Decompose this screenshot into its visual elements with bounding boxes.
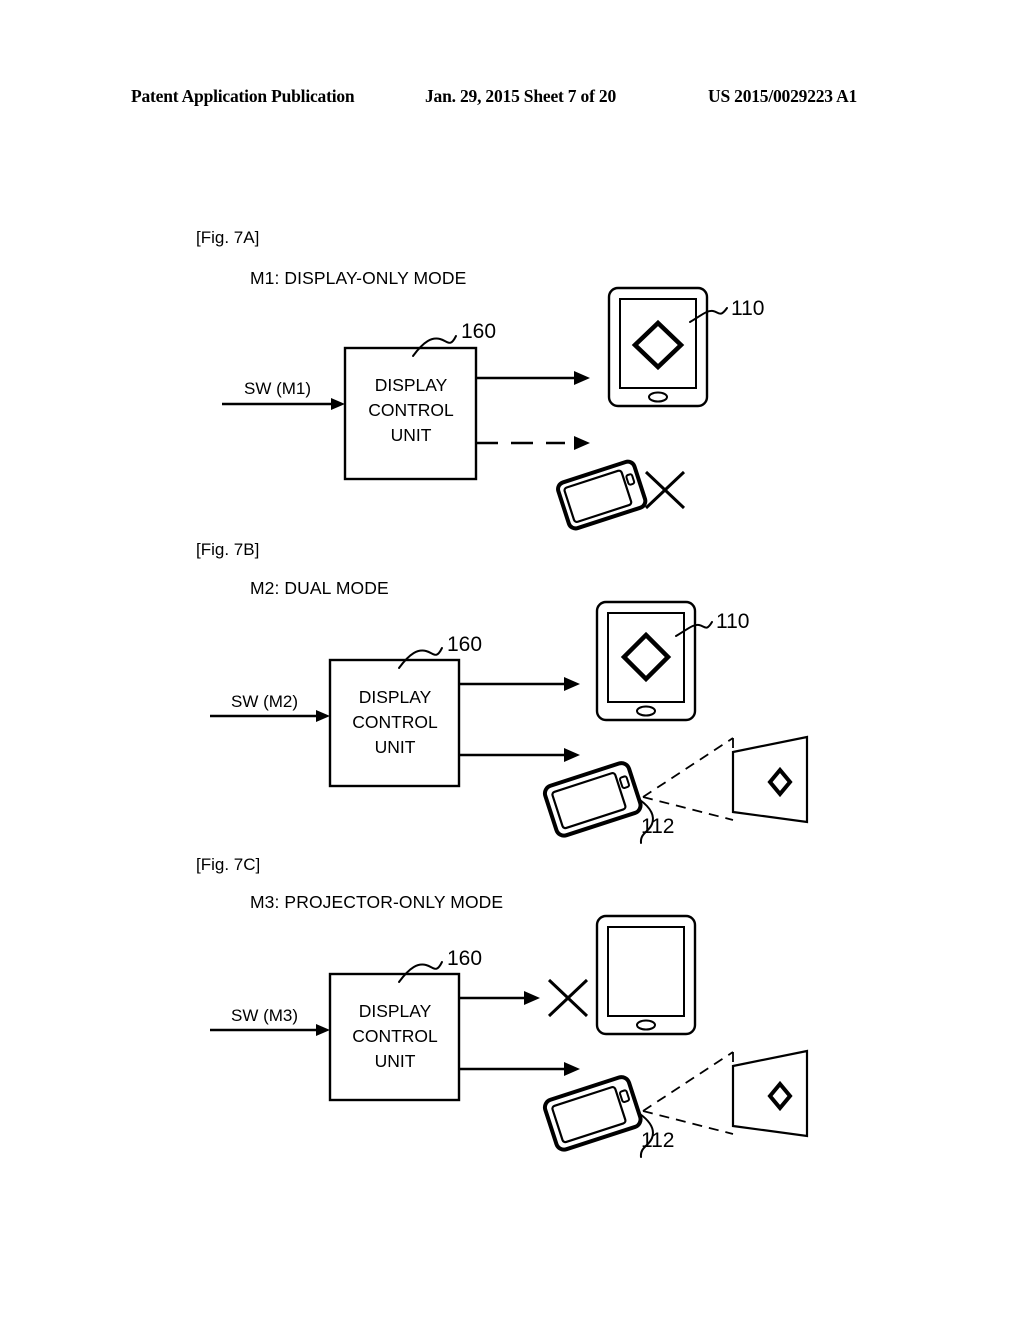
projector-phone-7c: [542, 1075, 643, 1152]
mode-title-7a: M1: DISPLAY-ONLY MODE: [250, 268, 467, 288]
input-label-sw-7c: SW (M3): [231, 1006, 299, 1025]
tablet-body-7a: [607, 286, 709, 408]
figure-7b-artwork: [210, 600, 809, 844]
tablet-screen-7a: [619, 298, 697, 389]
projector-phone-screen-7a: [563, 469, 633, 523]
disabled-x-mark-7a: [644, 470, 686, 510]
tablet-device-7a: [607, 286, 709, 408]
leader-line-160-7a: [412, 335, 457, 357]
block-label-control-7a: CONTROL: [368, 400, 454, 420]
publication-header: Patent Application Publication Jan. 29, …: [0, 86, 1024, 110]
ref-number-160-7b: 160: [447, 633, 483, 656]
block-label-control-7c: CONTROL: [352, 1026, 438, 1046]
input-arrow-head-7b: [316, 710, 330, 722]
block-label-display-7c: DISPLAY: [358, 1001, 432, 1021]
projection-screen-7c: [731, 1049, 809, 1138]
block-label-control-7b: CONTROL: [352, 712, 438, 732]
figure-tag-7b: [Fig. 7B]: [196, 540, 260, 559]
tablet-screen-7b: [607, 612, 685, 703]
tablet-home-button-7c: [636, 1019, 656, 1031]
ref-number-110-7b: 110: [716, 610, 750, 633]
projector-output-arrow-head-7b: [564, 748, 580, 762]
projector-output-arrow-head-7a: [574, 436, 590, 450]
input-label-sw-7a: SW (M1): [244, 379, 312, 398]
input-arrow-head-7c: [316, 1024, 330, 1036]
block-label-unit-7b: UNIT: [374, 737, 416, 757]
ref-number-160-7c: 160: [447, 947, 483, 970]
ref-number-160-7a: 160: [461, 320, 497, 343]
x-stroke-a-7c: [547, 978, 589, 1018]
block-label-unit-7c: UNIT: [374, 1051, 416, 1071]
input-arrow-head-7a: [331, 398, 345, 410]
tablet-device-7c: [595, 914, 697, 1036]
ref-number-112-7c: 112: [641, 1129, 675, 1152]
figure-7c-artwork: [210, 914, 809, 1158]
display-output-arrow-head-7a: [574, 371, 590, 385]
block-label-display-7b: DISPLAY: [358, 687, 432, 707]
projection-screen-7b: [731, 735, 809, 824]
mode-title-7b: M2: DUAL MODE: [250, 578, 389, 598]
mode-title-7c: M3: PROJECTOR-ONLY MODE: [250, 892, 504, 912]
figure-tag-7a: [Fig. 7A]: [196, 228, 260, 247]
figure-artwork: [210, 286, 809, 1158]
projection-beam-top-7c: [642, 1051, 734, 1112]
projection-beam-top-7b: [642, 737, 734, 798]
projection-surface-7c: [731, 1049, 809, 1138]
projector-phone-body-7b: [542, 761, 643, 838]
tablet-home-button-7b: [636, 705, 656, 717]
projector-lens-7a: [625, 473, 636, 486]
tablet-screen-7c: [607, 926, 685, 1017]
leader-line-160-7b: [398, 647, 443, 669]
projector-phone-screen-7b: [551, 772, 627, 830]
projector-phone-body-7c: [542, 1075, 643, 1152]
leader-line-110-7b: [675, 621, 713, 637]
x-stroke-b-7a: [644, 470, 686, 510]
block-label-display-7a: DISPLAY: [374, 375, 448, 395]
diamond-icon-7b: [620, 631, 672, 683]
ref-number-110-7a: 110: [731, 297, 765, 320]
input-label-sw-7b: SW (M2): [231, 692, 299, 711]
x-stroke-a-7a: [644, 470, 686, 510]
projector-lens-7b: [618, 775, 631, 789]
projector-output-arrow-head-7c: [564, 1062, 580, 1076]
leader-line-160-7c: [398, 961, 443, 983]
projector-phone-7b: [542, 761, 643, 838]
header-patent-number: US 2015/0029223 A1: [708, 86, 858, 106]
display-output-arrow-head-7c: [524, 991, 540, 1005]
disabled-x-mark-7c: [547, 978, 589, 1018]
projector-lens-7c: [618, 1089, 631, 1103]
projector-phone-screen-7c: [551, 1086, 627, 1144]
display-output-arrow-head-7b: [564, 677, 580, 691]
tablet-device-7b: [595, 600, 697, 722]
tablet-body-7c: [595, 914, 697, 1036]
ref-number-112-7b: 112: [641, 815, 675, 838]
projection-surface-7b: [731, 735, 809, 824]
block-label-unit-7a: UNIT: [390, 425, 432, 445]
projector-phone-body-7a: [556, 459, 648, 531]
projected-diamond-7c: [767, 1080, 793, 1112]
patent-drawing-page: Patent Application Publication Jan. 29, …: [0, 0, 1024, 1320]
diamond-icon-7a: [631, 319, 685, 371]
figure-tag-7c: [Fig. 7C]: [196, 855, 261, 874]
projector-phone-7a: [556, 459, 648, 531]
tablet-home-button-7a: [648, 391, 668, 403]
leader-line-110-7a: [689, 307, 728, 323]
header-date-sheet: Jan. 29, 2015 Sheet 7 of 20: [425, 86, 616, 106]
header-publication-type: Patent Application Publication: [131, 86, 355, 106]
projected-diamond-7b: [767, 766, 793, 798]
x-stroke-b-7c: [547, 978, 589, 1018]
tablet-body-7b: [595, 600, 697, 722]
